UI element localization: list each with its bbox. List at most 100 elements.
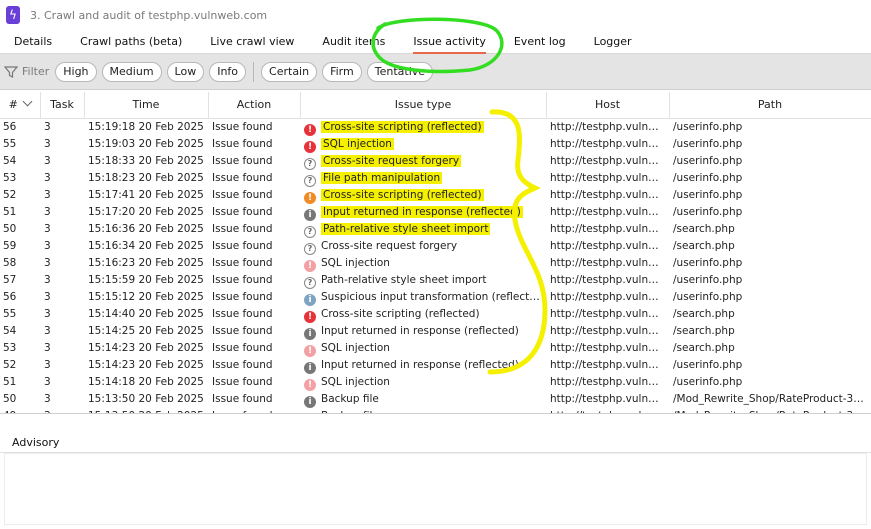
cell-issue-type: i Input returned in response (reflected) bbox=[300, 357, 546, 374]
tab-event-log[interactable]: Event log bbox=[500, 30, 580, 54]
table-row[interactable]: 59 3 15:16:34 20 Feb 2025 Issue found? Cross… bbox=[0, 238, 871, 255]
table-row[interactable]: 51 3 15:14:18 20 Feb 2025 Issue found! SQL i… bbox=[0, 374, 871, 391]
cell-number: 51 bbox=[3, 206, 17, 218]
severity-tentative-icon: ? bbox=[304, 276, 316, 289]
issue-type-label: SQL injection bbox=[321, 375, 390, 388]
window-titlebar: ϟ 3. Crawl and audit of testphp.vulnweb.… bbox=[0, 0, 871, 30]
cell-action: Issue found bbox=[212, 274, 273, 286]
cell-time: 15:18:23 20 Feb 2025 bbox=[88, 172, 204, 184]
column-header-issue-type[interactable]: Issue type bbox=[300, 92, 547, 119]
cell-number: 57 bbox=[3, 274, 17, 286]
table-row[interactable]: 54 3 15:14:25 20 Feb 2025 Issue found i Input… bbox=[0, 323, 871, 340]
filter-chip-info[interactable]: Info bbox=[209, 61, 247, 82]
tab-audit-items[interactable]: Audit items bbox=[308, 30, 399, 54]
cell-time: 15:15:59 20 Feb 2025 bbox=[88, 274, 204, 286]
tab-live-crawl-view[interactable]: Live crawl view bbox=[196, 30, 308, 54]
cell-action: Issue found bbox=[212, 376, 273, 388]
cell-action: Issue found bbox=[212, 393, 273, 405]
severity-tentative-icon: ? bbox=[304, 157, 316, 170]
cell-path: /userinfo.php bbox=[673, 257, 743, 269]
table-row[interactable]: 51 3 15:17:20 20 Feb 2025 Issue found i Input… bbox=[0, 204, 871, 221]
filter-chip-tentative[interactable]: Tentative bbox=[366, 61, 434, 82]
tab-advisory[interactable]: Advisory bbox=[6, 431, 65, 455]
cell-number: 53 bbox=[3, 172, 17, 184]
table-row[interactable]: 54 3 15:18:33 20 Feb 2025 Issue found? Cross… bbox=[0, 153, 871, 170]
severity-low-icon: i bbox=[304, 327, 316, 340]
cell-path: /search.php bbox=[673, 308, 735, 320]
filter-chip-high[interactable]: High bbox=[55, 61, 97, 82]
filter-chip-low[interactable]: Low bbox=[166, 61, 205, 82]
severity-high-icon: ! bbox=[304, 140, 316, 153]
severity-high-icon: ! bbox=[304, 123, 316, 136]
table-row[interactable]: 49315:13:50 20 Feb 2025Issue found i Backu… bbox=[0, 408, 871, 414]
cell-action: Issue found bbox=[212, 291, 273, 303]
column-header-number[interactable]: # bbox=[0, 92, 41, 119]
table-row[interactable]: 52 3 15:14:23 20 Feb 2025 Issue found i Input… bbox=[0, 357, 871, 374]
cell-number: 55 bbox=[3, 138, 17, 150]
cell-action: Issue found bbox=[212, 121, 273, 133]
cell-task: 3 bbox=[44, 189, 51, 201]
column-header-time[interactable]: Time bbox=[84, 92, 209, 119]
cell-host: http://testphp.vulnwe... bbox=[550, 121, 669, 133]
cell-issue-type: ? Cross-site request forgery bbox=[300, 153, 546, 170]
cell-host: http://testphp.vulnwe... bbox=[550, 240, 669, 252]
cell-number: 52 bbox=[3, 359, 17, 371]
issue-type-label: Cross-site scripting (reflected) bbox=[321, 120, 484, 133]
column-header-path[interactable]: Path bbox=[669, 92, 871, 119]
cell-action: Issue found bbox=[212, 240, 273, 252]
tab-crawl-paths[interactable]: Crawl paths (beta) bbox=[66, 30, 196, 54]
cell-time: 15:16:23 20 Feb 2025 bbox=[88, 257, 204, 269]
table-row[interactable]: 53 3 15:14:23 20 Feb 2025 Issue found! SQL i… bbox=[0, 340, 871, 357]
table-row[interactable]: 55 3 15:14:40 20 Feb 2025 Issue found! Cross… bbox=[0, 306, 871, 323]
cell-path: /search.php bbox=[673, 342, 735, 354]
cell-time: 15:13:50 20 Feb 2025 bbox=[84, 408, 208, 413]
filter-chip-medium[interactable]: Medium bbox=[101, 61, 162, 82]
cell-number: 59 bbox=[3, 240, 17, 252]
cell-number: 58 bbox=[3, 257, 17, 269]
table-row[interactable]: 56 3 15:19:18 20 Feb 2025 Issue found! Cross… bbox=[0, 118, 871, 136]
cell-issue-type: i Backup file bbox=[300, 408, 546, 414]
cell-path: /search.php bbox=[673, 223, 735, 235]
column-header-host[interactable]: Host bbox=[546, 92, 670, 119]
filter-chip-certain[interactable]: Certain bbox=[261, 61, 318, 82]
cell-issue-type: ! Cross-site scripting (reflected) bbox=[300, 306, 546, 323]
cell-task: 3 bbox=[44, 257, 51, 269]
funnel-icon[interactable] bbox=[4, 65, 18, 79]
issue-type-label: Backup file bbox=[321, 410, 379, 414]
cell-host: http://testphp.vulnwe... bbox=[550, 291, 669, 303]
tab-issue-activity[interactable]: Issue activity bbox=[399, 30, 500, 54]
cell-time: 15:18:33 20 Feb 2025 bbox=[88, 155, 204, 167]
table-row[interactable]: 56 3 15:15:12 20 Feb 2025 Issue found i Suspi… bbox=[0, 289, 871, 306]
filter-chip-firm[interactable]: Firm bbox=[322, 61, 362, 82]
table-row[interactable]: 52 3 15:17:41 20 Feb 2025 Issue found! Cross… bbox=[0, 187, 871, 204]
cell-issue-type: ! SQL injection bbox=[300, 255, 546, 272]
cell-number: 56 bbox=[3, 121, 17, 133]
table-row[interactable]: 50 3 15:13:50 20 Feb 2025 Issue found i Backu… bbox=[0, 391, 871, 408]
cell-path: /userinfo.php bbox=[673, 138, 743, 150]
cell-path: /userinfo.php bbox=[673, 172, 743, 184]
cell-path: /userinfo.php bbox=[673, 189, 743, 201]
cell-action: Issue found bbox=[212, 325, 273, 337]
tab-logger[interactable]: Logger bbox=[580, 30, 646, 54]
cell-action: Issue found bbox=[212, 359, 273, 371]
cell-action: Issue found bbox=[212, 206, 273, 218]
cell-number: 52 bbox=[3, 189, 17, 201]
issue-type-label: Backup file bbox=[321, 392, 379, 405]
cell-number: 53 bbox=[3, 342, 17, 354]
tab-details[interactable]: Details bbox=[0, 30, 66, 54]
cell-path: /Mod_Rewrite_Shop/RateProduct-3.htm bbox=[669, 408, 871, 413]
cell-task: 3 bbox=[44, 223, 51, 235]
advisory-panel bbox=[4, 453, 867, 525]
table-row[interactable]: 57 3 15:15:59 20 Feb 2025 Issue found? Path-… bbox=[0, 272, 871, 289]
table-row[interactable]: 53 3 15:18:23 20 Feb 2025 Issue found? File … bbox=[0, 170, 871, 187]
table-row[interactable]: 50 3 15:16:36 20 Feb 2025 Issue found? Path-… bbox=[0, 221, 871, 238]
cell-task: 3 bbox=[44, 172, 51, 184]
issue-type-label: Input returned in response (reflected) bbox=[321, 205, 523, 218]
cell-host: http://testphp.vulnwe... bbox=[550, 172, 669, 184]
cell-time: 15:15:12 20 Feb 2025 bbox=[88, 291, 204, 303]
cell-time: 15:14:18 20 Feb 2025 bbox=[88, 376, 204, 388]
column-header-task[interactable]: Task bbox=[40, 92, 85, 119]
table-row[interactable]: 55 3 15:19:03 20 Feb 2025 Issue found! SQL i… bbox=[0, 136, 871, 153]
column-header-action[interactable]: Action bbox=[208, 92, 301, 119]
table-row[interactable]: 58 3 15:16:23 20 Feb 2025 Issue found! SQL i… bbox=[0, 255, 871, 272]
